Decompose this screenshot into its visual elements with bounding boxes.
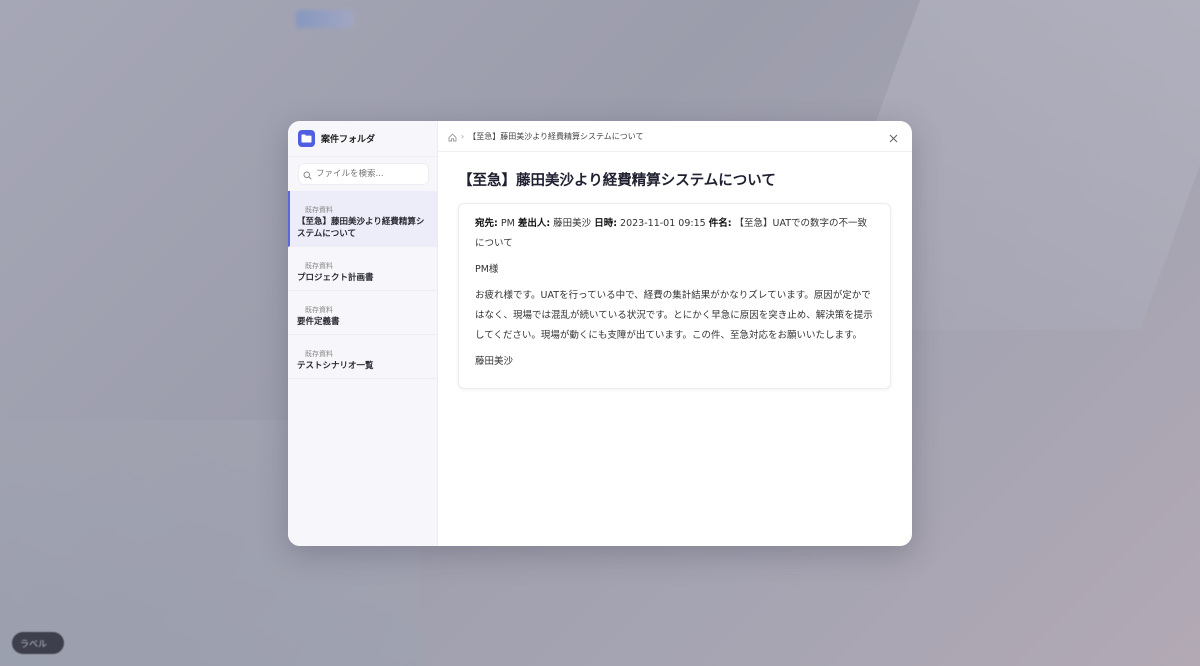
background-logo	[296, 10, 354, 28]
file-name: プロジェクト計画書	[297, 273, 374, 283]
sidebar: 案件フォルダ 既存資料 【至急】藤田美沙より経費精算システムについて 既存資料 …	[288, 121, 438, 546]
mail-body: お疲れ様です。UATを行っている中で、経費の集計結果がかなりズレています。原因が…	[475, 290, 873, 341]
file-name: テストシナリオ一覧	[297, 361, 374, 371]
file-name: 要件定義書	[297, 317, 340, 327]
date-value: 2023-11-01 09:15	[620, 218, 706, 229]
search-input[interactable]	[316, 169, 426, 179]
mail-card: 宛先: PM 差出人: 藤田美沙 日時: 2023-11-01 09:15 件名…	[458, 203, 891, 389]
file-item-test-scenarios[interactable]: 既存資料 テストシナリオ一覧	[288, 335, 437, 379]
file-item-project-plan[interactable]: 既存資料 プロジェクト計画書	[288, 247, 437, 291]
document-pane: › 【至急】藤田美沙より経費精算システムについて 【至急】藤田美沙より経費精算シ…	[438, 121, 912, 546]
sidebar-title: 案件フォルダ	[321, 135, 376, 145]
file-tag: 既存資料	[305, 206, 333, 214]
folder-icon	[298, 130, 315, 147]
from-label: 差出人:	[517, 218, 551, 229]
file-tag: 既存資料	[305, 350, 333, 358]
file-name: 【至急】藤田美沙より経費精算システムについて	[297, 217, 425, 239]
document-title: 【至急】藤田美沙より経費精算システムについて	[458, 173, 776, 189]
breadcrumb-current: 【至急】藤田美沙より経費精算システムについて	[468, 131, 644, 141]
file-list: 既存資料 【至急】藤田美沙より経費精算システムについて 既存資料 プロジェクト計…	[288, 191, 437, 379]
close-icon	[889, 128, 898, 147]
home-icon[interactable]	[448, 127, 457, 146]
breadcrumb: › 【至急】藤田美沙より経費精算システムについて	[438, 121, 912, 152]
from-value: 藤田美沙	[553, 218, 592, 229]
chevron-right-icon: ›	[461, 131, 465, 141]
file-item-urgent-mail[interactable]: 既存資料 【至急】藤田美沙より経費精算システムについて	[288, 191, 437, 247]
sidebar-header: 案件フォルダ	[288, 121, 437, 157]
file-item-requirements[interactable]: 既存資料 要件定義書	[288, 291, 437, 335]
close-button[interactable]	[886, 130, 900, 144]
document-modal: 案件フォルダ 既存資料 【至急】藤田美沙より経費精算システムについて 既存資料 …	[288, 121, 912, 546]
mail-signature: 藤田美沙	[475, 356, 514, 367]
search-icon	[303, 165, 312, 184]
to-label: 宛先:	[475, 218, 498, 229]
mail-meta: 宛先: PM 差出人: 藤田美沙 日時: 2023-11-01 09:15 件名…	[475, 214, 874, 254]
search-box[interactable]	[298, 163, 429, 185]
mail-greeting: PM様	[475, 264, 499, 275]
to-value: PM	[500, 218, 515, 229]
background-chip-label: ラベル	[20, 639, 48, 650]
file-tag: 既存資料	[305, 306, 333, 314]
subject-label: 件名:	[708, 218, 732, 229]
file-tag: 既存資料	[305, 262, 333, 270]
date-label: 日時:	[594, 218, 618, 229]
background-chip: ラベル	[12, 632, 64, 654]
